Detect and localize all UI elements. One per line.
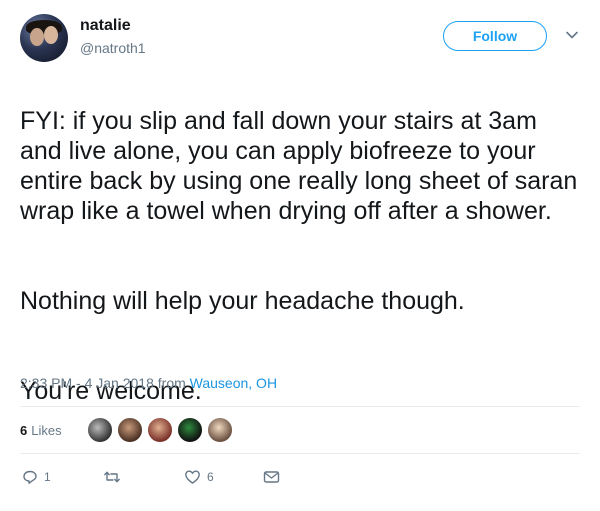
- likes-count: 6: [20, 423, 28, 438]
- avatar[interactable]: [87, 417, 113, 443]
- avatar[interactable]: [147, 417, 173, 443]
- tweet-location[interactable]: Wauseon, OH: [190, 375, 277, 391]
- follow-button[interactable]: Follow: [443, 21, 547, 51]
- tweet-paragraph: FYI: if you slip and fall down your stai…: [20, 107, 578, 225]
- avatar-face: [44, 26, 58, 44]
- reply-button[interactable]: 1: [22, 468, 51, 486]
- tweet-card: natalie @natroth1 Follow FYI: if you sli…: [0, 0, 600, 511]
- divider: [20, 406, 580, 407]
- divider: [20, 453, 580, 454]
- avatar[interactable]: [177, 417, 203, 443]
- direct-message-button[interactable]: [263, 468, 280, 486]
- tweet-paragraph: Nothing will help your headache though.: [20, 287, 465, 315]
- reply-count: 1: [44, 470, 51, 484]
- retweet-icon: [104, 471, 120, 483]
- from-label: from: [157, 375, 186, 391]
- avatar[interactable]: [207, 417, 233, 443]
- tweet-meta: 2:33 PM - 4 Jan 2018 from Wauseon, OH: [20, 375, 277, 391]
- retweet-button[interactable]: [103, 468, 127, 486]
- author-avatar[interactable]: [20, 14, 68, 62]
- author-display-name[interactable]: natalie: [80, 17, 131, 35]
- tweet-timestamp[interactable]: 2:33 PM - 4 Jan 2018: [20, 375, 154, 391]
- heart-icon: [185, 470, 200, 484]
- reply-icon: [23, 470, 37, 484]
- chevron-down-icon[interactable]: [565, 28, 579, 42]
- like-count: 6: [207, 470, 214, 484]
- likes-label: Likes: [31, 423, 62, 438]
- envelope-icon: [263, 471, 280, 483]
- avatar[interactable]: [117, 417, 143, 443]
- likes-stat[interactable]: 6 Likes: [20, 423, 62, 438]
- author-handle[interactable]: @natroth1: [80, 40, 146, 56]
- avatar-face: [30, 28, 44, 46]
- like-button[interactable]: 6: [184, 468, 214, 486]
